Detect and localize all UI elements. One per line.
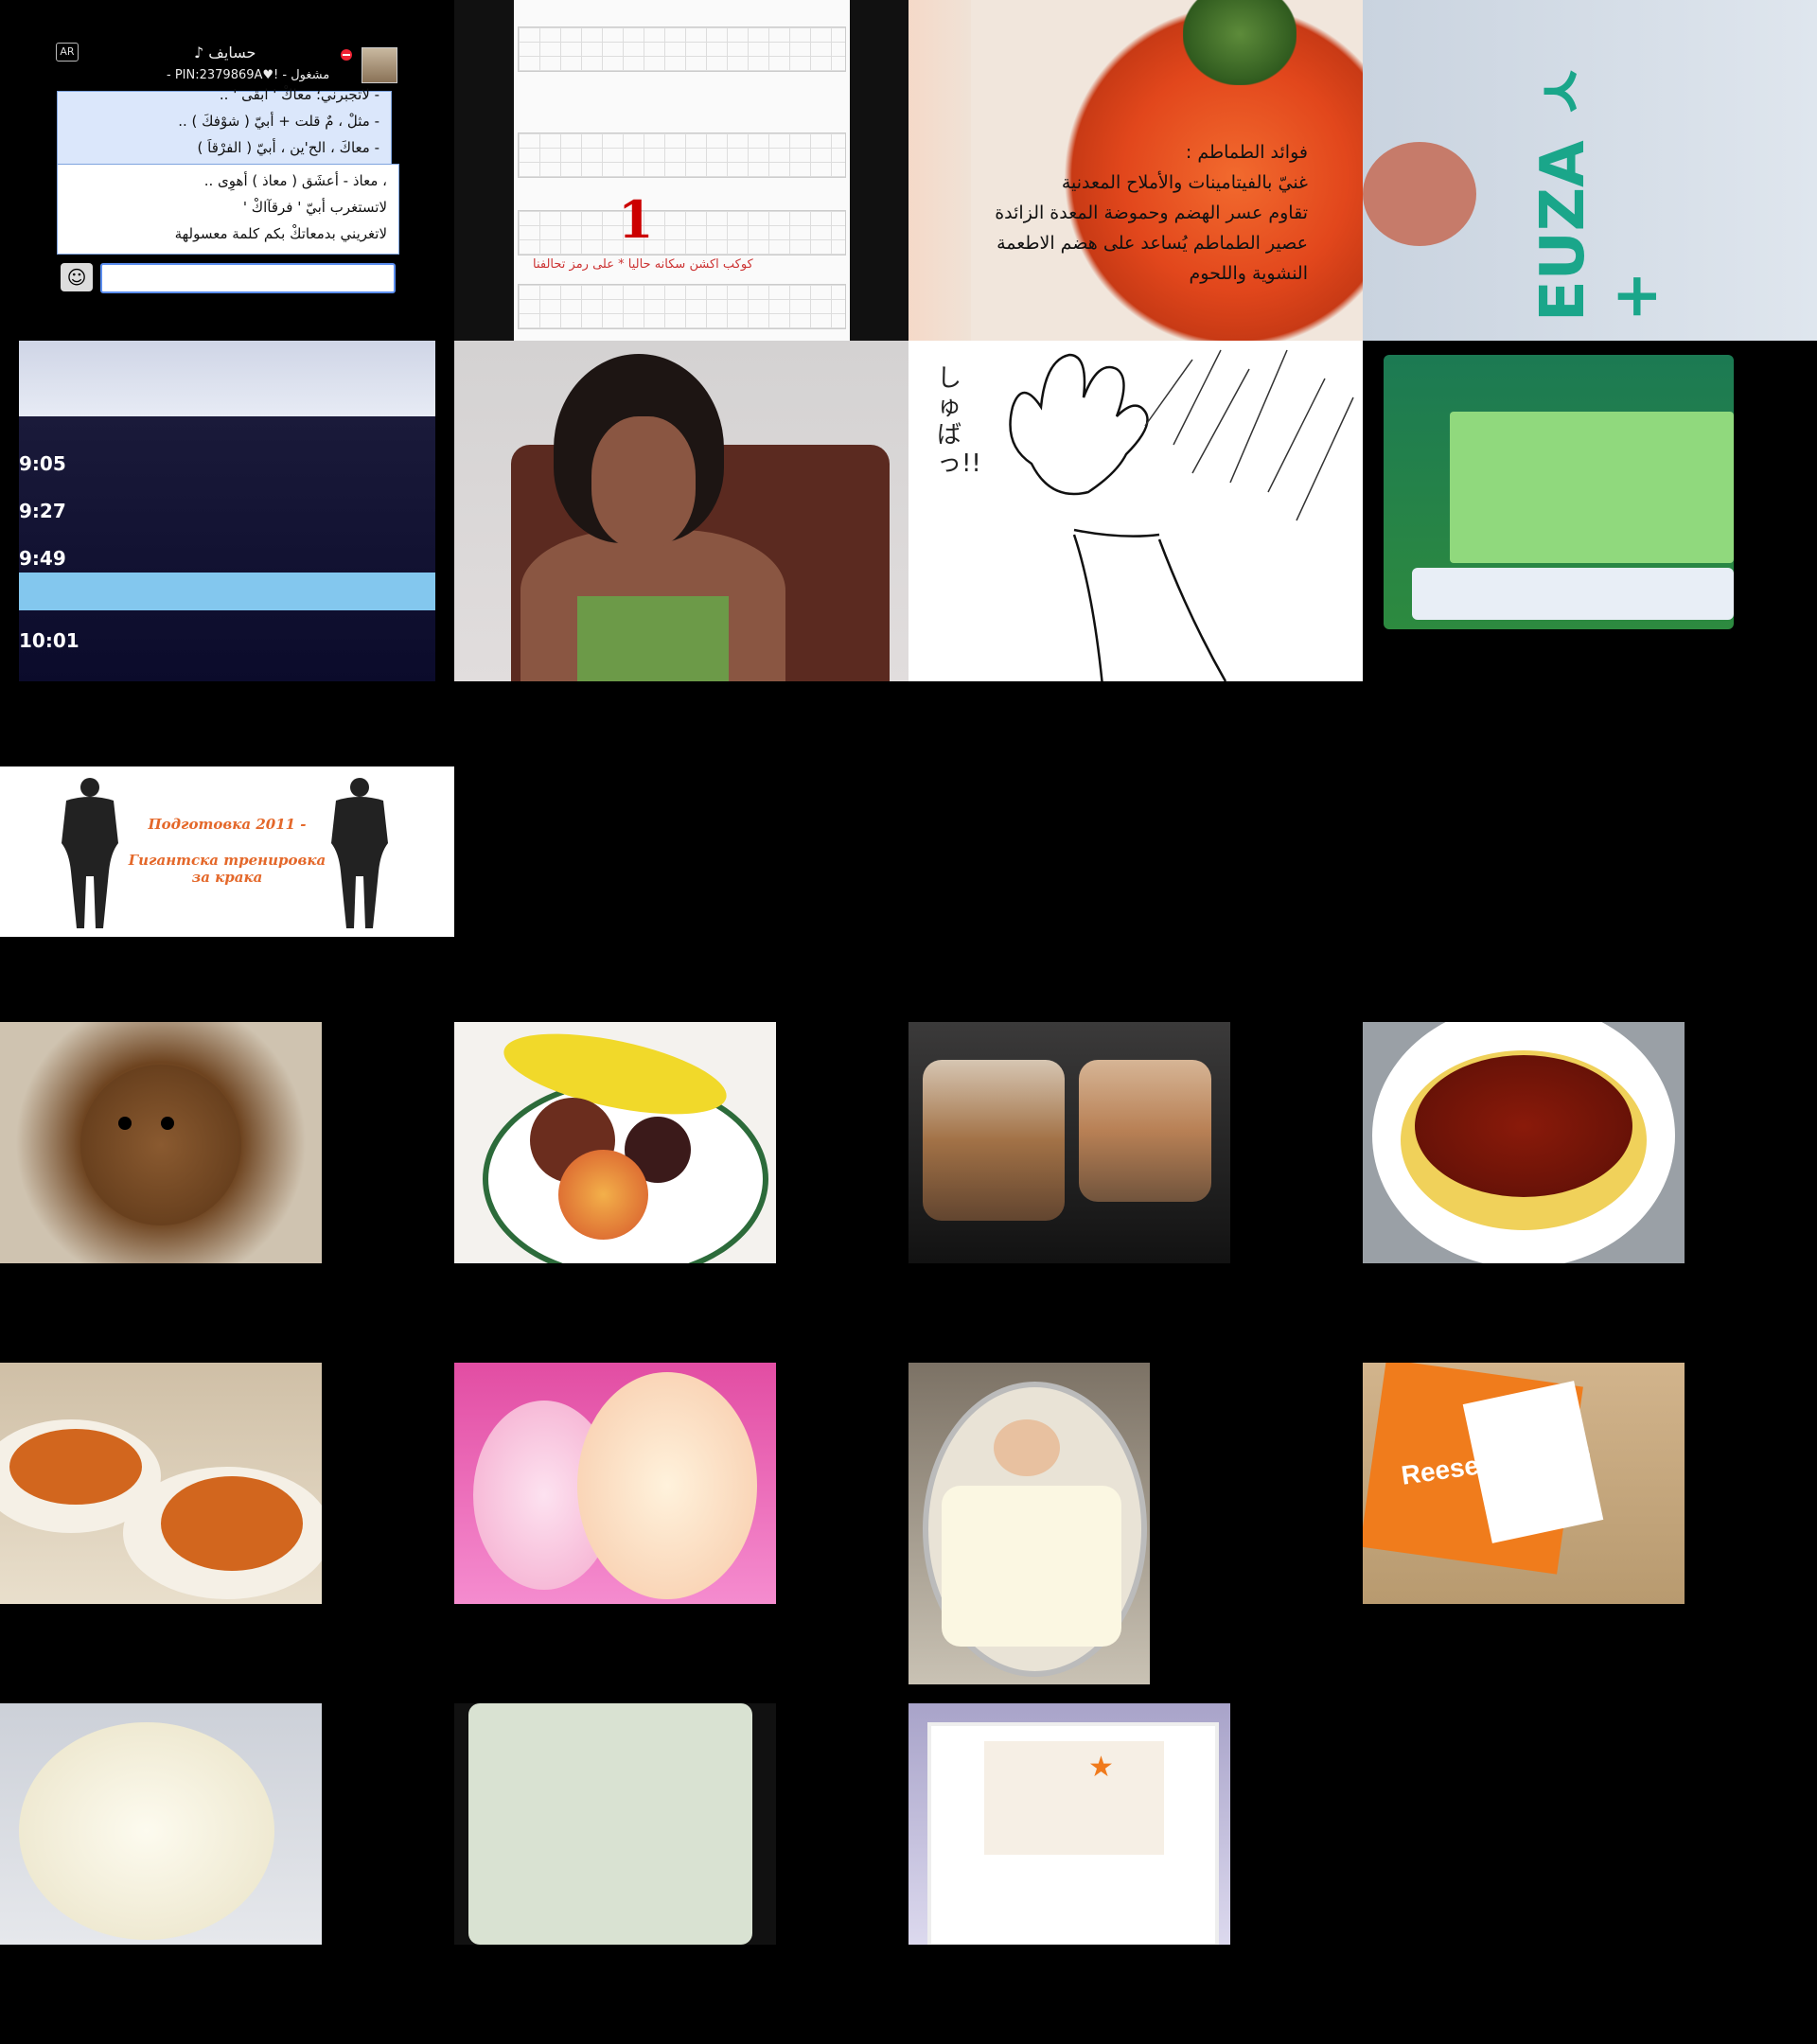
game-stats-screenshot: 1 كوكب اكشن سكانه حاليا * على رمز تحالفن…	[454, 0, 908, 341]
bodybuilder-figure-right	[331, 778, 388, 928]
handwritten-text: EUZA ㅅ+	[1528, 63, 1671, 322]
knitted-dishcloth-photo	[454, 1703, 776, 1945]
chat-line: لاتغريني بدمعاتكْ بكم كلمة معسولهة	[174, 225, 387, 242]
chat-line: - لاتجبرني؛ معاكْ ' ابقى ' ..	[219, 86, 379, 103]
banner-title-line3: за крака	[191, 869, 263, 886]
contact-status: مشغول - !♥PIN:2379869A -	[167, 68, 330, 82]
tv-schedule-photo: 9:05 9:27 9:49 10:01	[19, 341, 435, 681]
training-banner: Подготовка 2011 - Гигантска тренировка з…	[0, 766, 454, 937]
emoji-button[interactable]: ☺	[61, 263, 93, 291]
manga-panel: しゅばっ!!	[908, 341, 1363, 681]
spaghetti-squash-photo	[1363, 1022, 1685, 1263]
teddy-bears-photo	[454, 1363, 776, 1604]
message-box: ، معاذ - أعشَق ( معاذ ) أهوِى .. لاتستغر…	[57, 164, 399, 255]
baby-stroller-photo	[908, 1363, 1150, 1684]
banner-title-line2: Гигантска тренировка	[128, 852, 326, 869]
stats-table	[518, 132, 846, 178]
red-caption: كوكب اكشن سكانه حاليا * على رمز تحالفنا	[533, 257, 753, 272]
handwriting-photo: EUZA ㅅ+	[1363, 0, 1817, 341]
game-screen	[1384, 355, 1734, 629]
green-top	[577, 596, 729, 681]
tomato-benefits-image: فوائد الطماطم : غنيّ بالفيتامينات والأمل…	[908, 0, 1363, 341]
busy-status-icon	[341, 49, 352, 61]
baby-crib-photo: ★	[908, 1703, 1230, 1945]
time-label: 9:05	[19, 452, 66, 475]
stats-table	[518, 284, 846, 329]
finger	[1363, 142, 1476, 246]
dialog-box	[1412, 568, 1734, 620]
stats-sheet: 1 كوكب اكشن سكانه حاليا * على رمز تحالفن…	[514, 0, 850, 341]
chat-screenshot: AR حسايف ♪ مشغول - !♥PIN:2379869A - - لا…	[0, 0, 454, 341]
contact-name: حسايف ♪	[194, 44, 256, 62]
person-face	[591, 416, 696, 549]
highlight-number: 1	[618, 189, 654, 250]
language-badge: AR	[56, 43, 79, 62]
time-label: 10:01	[19, 629, 79, 652]
game-screen-photo	[1363, 341, 1760, 643]
highlight-bar	[19, 573, 435, 610]
message-input[interactable]	[100, 263, 396, 293]
star-icon: ★	[1088, 1751, 1114, 1784]
chat-line: - معاكَ ، الح'ين ، أبيّ ( الفرْقاَ )	[197, 139, 379, 156]
time-label: 9:49	[19, 547, 66, 570]
fruit-plate-photo	[454, 1022, 776, 1263]
chat-line: لاتستغرب أبيّ ' فرقآاكْ '	[242, 199, 387, 216]
webcam-photo	[454, 341, 908, 681]
chat-line: ، معاذ - أعشَق ( معاذ ) أهوِى ..	[203, 172, 387, 189]
time-label: 9:27	[19, 500, 66, 522]
candy-box-photo: Reese's Pieces	[1363, 1363, 1685, 1604]
hand-drawing	[1009, 349, 1354, 681]
ranking-panel	[1450, 412, 1734, 563]
tomato-leaf	[1183, 0, 1297, 85]
petri-dishes-photo	[908, 1022, 1230, 1263]
stats-table	[518, 210, 846, 256]
baby-diaper-photo	[0, 1703, 322, 1945]
tomato-benefits-text: فوائد الطماطم : غنيّ بالفيتامينات والأمل…	[995, 142, 1308, 284]
stats-table	[518, 26, 846, 72]
chat-line: - مثلْ ، مٌ قلت + أبيّ ( شوْفكَ ) ..	[178, 113, 379, 130]
banner-title-line1: Подготовка 2011 -	[148, 816, 307, 833]
pomeranian-photo	[0, 1022, 322, 1263]
avatar	[362, 47, 397, 83]
message-quote-box: - لاتجبرني؛ معاكْ ' ابقى ' .. - مثلْ ، م…	[57, 86, 392, 166]
crab-dinner-photo	[0, 1363, 322, 1604]
